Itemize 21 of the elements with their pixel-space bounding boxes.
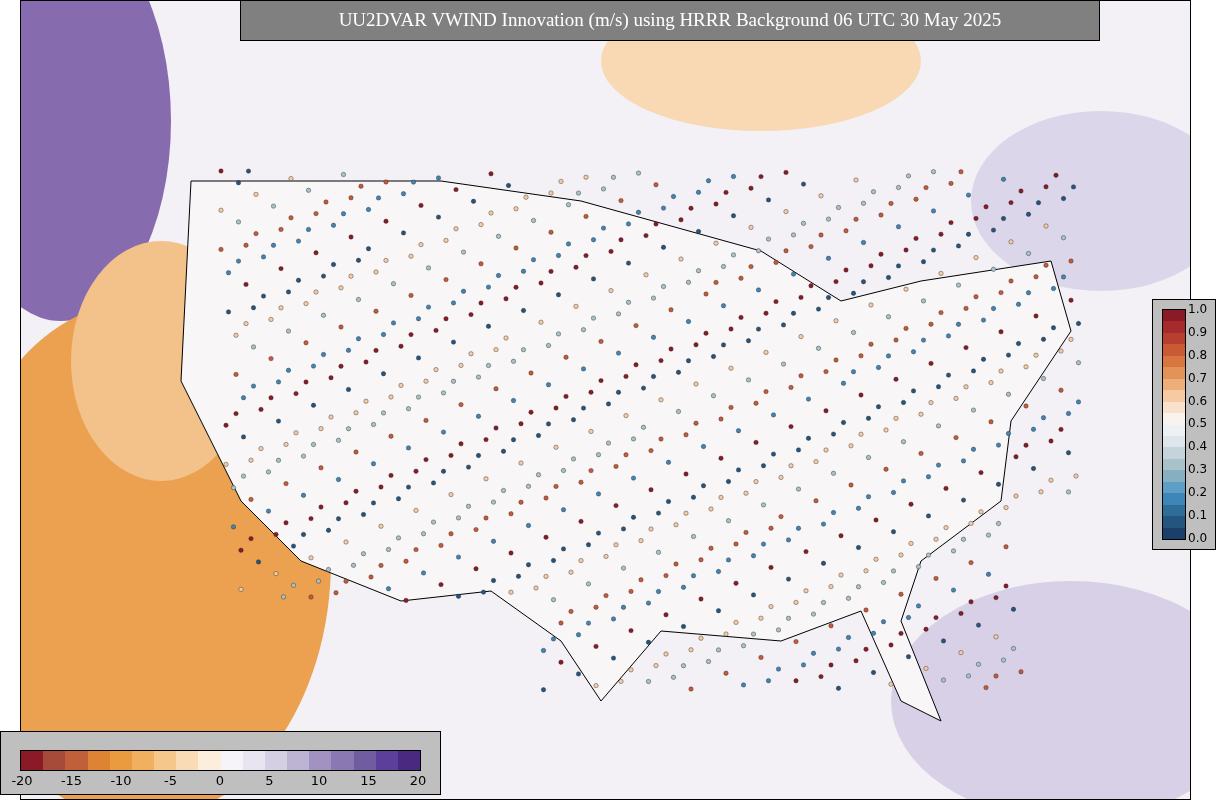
colorbar-tick-label: 0.8: [1188, 348, 1208, 362]
colorbar-tick-label: -10: [109, 773, 133, 788]
colorbar-tick-label: 20: [408, 773, 428, 788]
colorbar-tick-label: 0.9: [1188, 325, 1208, 339]
colorbar-tick-label: 0: [214, 773, 226, 788]
colorbar-tick-label: 0.5: [1188, 417, 1208, 431]
colorbar-tick-label: -20: [10, 773, 34, 788]
colorbar-tick-label: 0.7: [1188, 371, 1208, 385]
colorbar-tick-label: 15: [359, 773, 378, 788]
colorbar-tick-label: 0.4: [1188, 440, 1208, 454]
colorbar-tick-label: -5: [163, 773, 178, 788]
chart-title: UU2DVAR VWIND Innovation (m/s) using HRRR Background 06 UTC 30 May 2025: [240, 0, 1100, 41]
colorbar-tick-label: 5: [264, 773, 275, 788]
colorbar-tick-label: 0.1: [1188, 509, 1208, 522]
colorbar-tick-label: -15: [59, 773, 84, 788]
colorbar-tick-label: 10: [309, 773, 329, 788]
colorbar-tick-label: 0.2: [1188, 486, 1208, 500]
colorbar-tick-label: 0.0: [1188, 531, 1208, 545]
colorbar-tick-label: 0.3: [1188, 463, 1208, 477]
colorbar-tick-label: 0.6: [1188, 394, 1208, 408]
colorbar-tick-label: 1.0: [1188, 303, 1208, 316]
